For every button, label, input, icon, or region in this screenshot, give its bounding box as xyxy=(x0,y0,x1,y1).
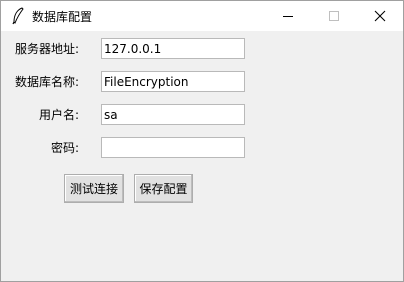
minimize-icon xyxy=(283,16,293,17)
maximize-button[interactable] xyxy=(311,1,357,31)
save-config-button[interactable]: 保存配置 xyxy=(134,174,193,203)
password-input[interactable] xyxy=(101,137,245,158)
test-connection-button[interactable]: 测试连接 xyxy=(64,174,124,203)
feather-icon xyxy=(11,7,25,25)
close-button[interactable] xyxy=(357,1,403,31)
username-input[interactable] xyxy=(101,104,245,125)
password-label: 密码: xyxy=(50,141,79,155)
database-name-label: 数据库名称: xyxy=(14,75,79,89)
database-name-input[interactable] xyxy=(101,71,245,92)
username-label: 用户名: xyxy=(38,108,79,122)
config-window: 数据库配置 服务器地址: 数据库名称: 用户名: 密码: 测试连接 保存配置 xyxy=(0,0,404,282)
server-address-input[interactable] xyxy=(101,38,245,59)
maximize-icon xyxy=(329,11,339,21)
close-icon xyxy=(374,10,386,22)
minimize-button[interactable] xyxy=(265,1,311,31)
title-bar[interactable]: 数据库配置 xyxy=(1,1,403,31)
server-address-label: 服务器地址: xyxy=(14,42,79,56)
window-title: 数据库配置 xyxy=(32,10,93,24)
